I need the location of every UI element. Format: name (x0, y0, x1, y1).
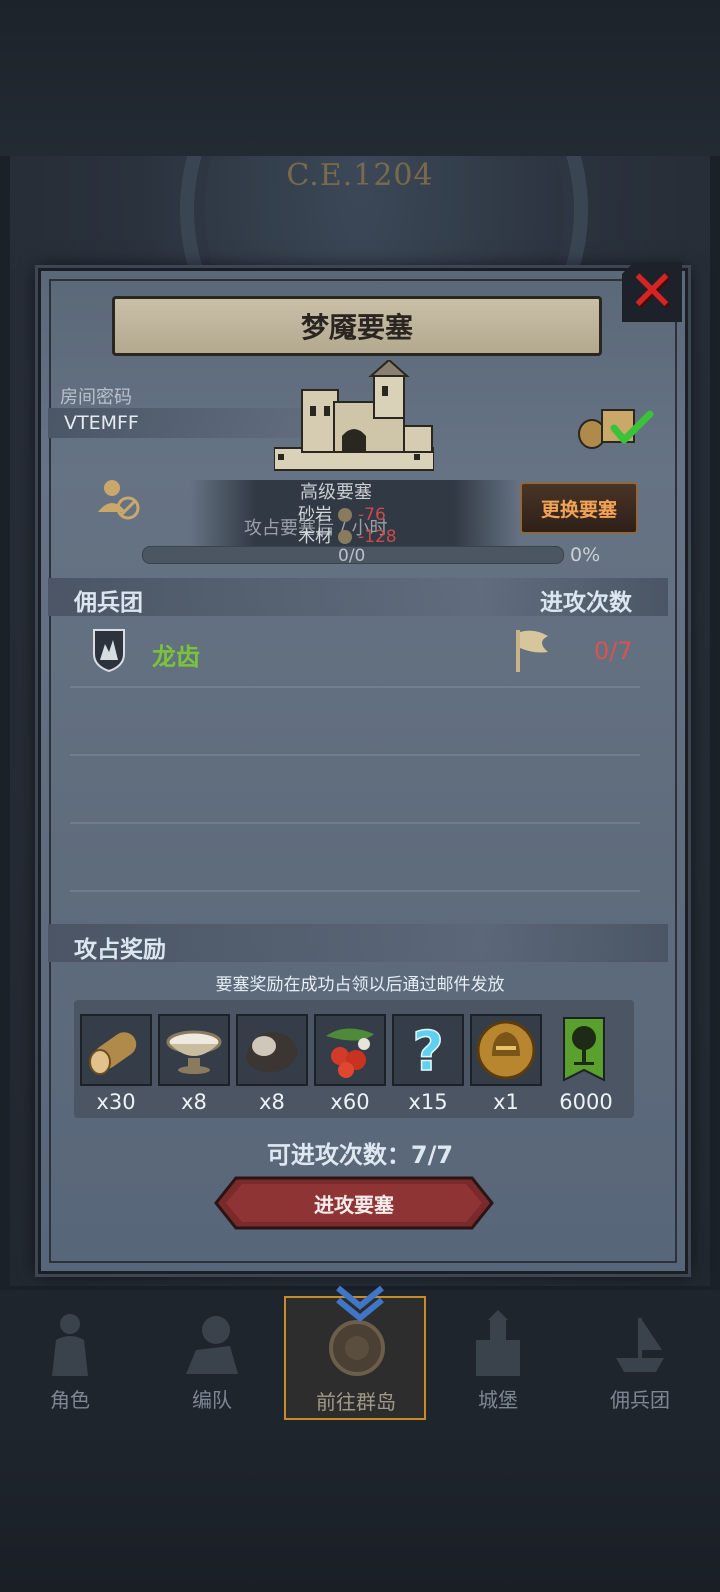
reward-item-helmet[interactable] (470, 1014, 542, 1086)
chevron-down-icon (336, 1285, 384, 1322)
reward-header: 攻占奖励 (74, 937, 166, 963)
change-fortress-label: 更换要塞 (540, 498, 617, 521)
no-members-icon (98, 480, 140, 520)
nav-item-character[interactable]: 角色 (0, 1296, 140, 1420)
berries-icon (326, 1028, 374, 1078)
nav-item-mercenary[interactable]: 佣兵团 (570, 1296, 710, 1420)
progress-percent: 0% (570, 544, 601, 566)
mercenary-header: 佣兵团 (74, 590, 143, 616)
reward-note: 要塞奖励在成功占领以后通过邮件发放 (215, 975, 505, 995)
knight-helmet-icon (476, 1020, 536, 1080)
reward-item-mystery[interactable]: ? (392, 1014, 464, 1086)
nav-label: 城堡 (478, 1388, 518, 1412)
fortress-castle-icon (274, 360, 434, 471)
resource-value: -128 (358, 527, 397, 547)
available-attacks: 可进攻次数：7/7 (266, 1141, 454, 1169)
attack-count-header: 进攻次数 (540, 590, 632, 616)
reward-qty: x1 (493, 1090, 519, 1114)
wood-log-icon (89, 1032, 137, 1075)
mercenary-name[interactable]: 龙齿 (152, 637, 200, 672)
row-divider (70, 686, 640, 688)
reward-qty: x15 (408, 1090, 448, 1114)
reward-item-wood[interactable] (80, 1014, 152, 1086)
room-code-label: 房间密码 (60, 387, 132, 408)
sandstone-icon (338, 508, 352, 522)
nav-label: 编队 (192, 1388, 232, 1412)
row-divider (70, 822, 640, 824)
progress-count: 0/0 (338, 546, 366, 566)
nav-label: 前往群岛 (316, 1390, 396, 1414)
ore-icon (246, 1032, 298, 1073)
bottom-dark-band (0, 1430, 720, 1592)
row-divider (70, 890, 640, 892)
era-label: C.E.1204 (286, 158, 434, 193)
reward-qty: x8 (181, 1090, 207, 1114)
mercenary-shield-icon (93, 629, 125, 672)
room-code[interactable]: VTEMFF (64, 412, 139, 434)
supply-check-icon[interactable] (578, 402, 654, 450)
nav-item-formation[interactable]: 编队 (142, 1296, 282, 1420)
row-divider (70, 754, 640, 756)
resource-wood: 木材 -128 (298, 522, 397, 547)
reward-qty: x8 (259, 1090, 285, 1114)
attack-flag-icon (516, 630, 548, 672)
nav-label: 角色 (50, 1388, 90, 1412)
nav-label: 佣兵团 (610, 1388, 670, 1412)
cavalry-icon (186, 1316, 238, 1374)
top-dark-band (0, 0, 720, 156)
bowl-icon (166, 1030, 222, 1074)
tree-banner-icon (563, 1017, 605, 1082)
mercenary-attack-count: 0/7 (594, 637, 633, 665)
ship-icon (616, 1318, 664, 1372)
dialog-title: 梦魇要塞 (300, 311, 413, 344)
change-fortress-button[interactable]: 更换要塞 (520, 482, 638, 534)
knight-icon (52, 1314, 88, 1376)
reward-qty: x60 (330, 1090, 370, 1114)
close-icon: ✕ (628, 259, 676, 324)
title-plate: 梦魇要塞 (112, 296, 602, 356)
reward-item-bowl[interactable] (158, 1014, 230, 1086)
reward-item-banner[interactable] (548, 1014, 620, 1086)
attack-fortress-button[interactable]: 进攻要塞 (214, 1176, 494, 1230)
svg-text:?: ? (412, 1020, 443, 1083)
reward-item-ore[interactable] (236, 1014, 308, 1086)
reward-qty: 6000 (559, 1090, 613, 1114)
nav-item-castle[interactable]: 城堡 (428, 1296, 568, 1420)
reward-item-berries[interactable] (314, 1014, 386, 1086)
castle-icon (476, 1310, 520, 1376)
wood-icon (338, 530, 352, 544)
mystery-question-icon: ? (412, 1019, 445, 1084)
resource-name: 木材 (298, 527, 332, 547)
reward-qty: x30 (96, 1090, 136, 1114)
close-button[interactable]: ✕ (622, 262, 682, 322)
